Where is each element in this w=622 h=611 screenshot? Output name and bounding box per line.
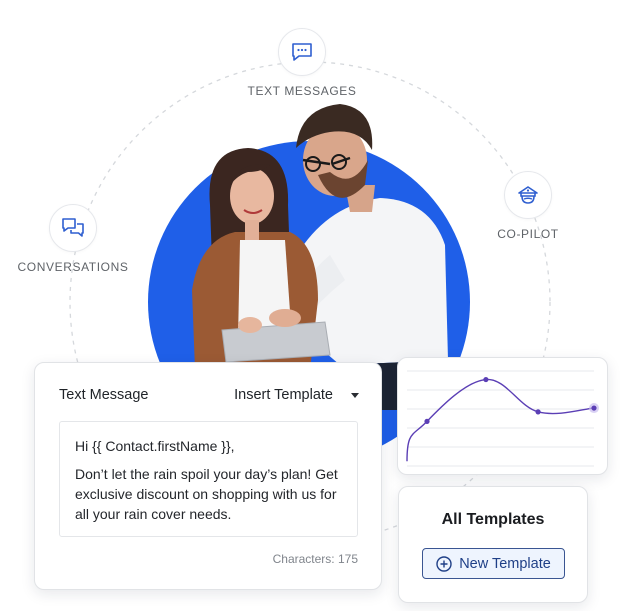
line-chart <box>406 370 599 467</box>
new-template-button[interactable]: New Template <box>422 548 565 579</box>
text-message-title: Text Message <box>59 387 149 403</box>
conversations-icon-badge[interactable] <box>49 204 97 252</box>
message-textarea[interactable]: Hi {{ Contact.firstName }}, Don’t let th… <box>59 421 358 537</box>
chat-dots-icon <box>292 43 312 61</box>
chart-point[interactable] <box>483 376 489 383</box>
orbit-node-conversations[interactable]: CONVERSATIONS <box>18 204 128 274</box>
caret-down-icon <box>351 392 359 398</box>
insert-template-dropdown[interactable]: Insert Template <box>234 387 359 403</box>
chart-point[interactable] <box>424 418 430 424</box>
chart-point[interactable] <box>591 405 597 411</box>
text-messages-icon-badge[interactable] <box>278 28 326 76</box>
text-message-header: Text Message Insert Template <box>59 387 359 403</box>
all-templates-title: All Templates <box>441 511 545 528</box>
insert-template-label: Insert Template <box>234 387 333 403</box>
chat-bubbles-icon <box>62 218 84 237</box>
text-messages-label: TEXT MESSAGES <box>247 84 357 98</box>
orbit-node-co-pilot[interactable]: CO-PILOT <box>488 171 568 241</box>
co-pilot-icon-badge[interactable] <box>504 171 552 219</box>
character-count: Characters: 175 <box>272 552 358 566</box>
plus-circle-icon <box>436 555 452 572</box>
chart-point[interactable] <box>535 409 541 415</box>
all-templates-card: All Templates New Template <box>398 486 588 603</box>
co-pilot-label: CO-PILOT <box>497 227 559 241</box>
message-greeting: Hi {{ Contact.firstName }}, <box>75 438 235 454</box>
conversations-label: CONVERSATIONS <box>17 260 129 274</box>
pilot-cap-icon <box>518 186 538 204</box>
chart-series-line <box>406 378 595 462</box>
text-message-card: Text Message Insert Template Hi {{ Conta… <box>34 362 382 590</box>
message-body: Don’t let the rain spoil your day’s plan… <box>75 466 338 522</box>
new-template-label: New Template <box>459 555 551 572</box>
line-chart-card <box>397 357 608 475</box>
orbit-node-text-messages[interactable]: TEXT MESSAGES <box>248 28 356 98</box>
